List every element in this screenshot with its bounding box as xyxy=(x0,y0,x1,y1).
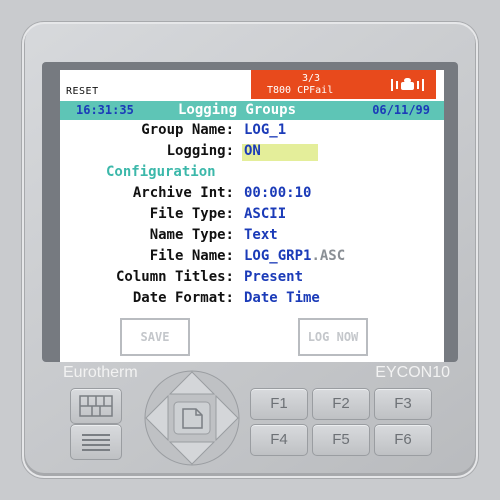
alarm-count: 3/3 xyxy=(301,73,321,84)
date-format-label: Date Format: xyxy=(132,290,234,306)
alarm-banner[interactable]: 3/3 T800 CPFail xyxy=(251,70,436,99)
logging-value[interactable]: ON xyxy=(244,143,261,159)
title-bar: 16:31:35 Logging Groups 06/11/99 xyxy=(60,101,444,120)
f2-key[interactable]: F2 xyxy=(312,388,370,420)
name-type-label: Name Type: xyxy=(149,227,234,243)
f3-key[interactable]: F3 xyxy=(374,388,432,420)
model-label: EYCON10 xyxy=(375,364,450,381)
menu-lines-icon xyxy=(82,434,110,451)
row-group-name[interactable]: Group Name: LOG_1 xyxy=(60,122,444,142)
grid-key-button[interactable] xyxy=(70,388,122,424)
f6-key[interactable]: F6 xyxy=(374,424,432,456)
archive-int-value[interactable]: 00:00:10 xyxy=(244,185,311,201)
brand-logo: Eurotherm xyxy=(63,364,138,381)
page-title: Logging Groups xyxy=(178,102,297,118)
file-type-label: File Type: xyxy=(149,206,234,222)
column-titles-label: Column Titles: xyxy=(115,269,234,285)
file-type-value[interactable]: ASCII xyxy=(244,206,286,222)
row-configuration: Configuration xyxy=(60,164,444,184)
clock-date: 06/11/99 xyxy=(372,103,430,117)
clock-time: 16:31:35 xyxy=(76,103,134,117)
alarm-message: T800 CPFail xyxy=(267,85,334,96)
f5-key[interactable]: F5 xyxy=(312,424,370,456)
archive-int-label: Archive Int: xyxy=(132,185,234,201)
configuration-heading: Configuration xyxy=(106,164,216,180)
reset-label[interactable]: RESET xyxy=(66,86,99,97)
row-logging[interactable]: Logging: ON xyxy=(60,143,444,163)
group-name-value[interactable]: LOG_1 xyxy=(244,122,286,138)
row-date-format[interactable]: Date Format: Date Time xyxy=(60,290,444,310)
row-name-type[interactable]: Name Type: Text xyxy=(60,227,444,247)
group-name-label: Group Name: xyxy=(141,122,234,138)
page-icon[interactable] xyxy=(173,401,211,435)
column-titles-value[interactable]: Present xyxy=(244,269,303,285)
save-button[interactable]: SAVE xyxy=(120,318,190,356)
file-name-value[interactable]: LOG_GRP1.ASC xyxy=(244,248,345,264)
menu-key-button[interactable] xyxy=(70,424,122,460)
status-bar: RESET 3/3 T800 CPFail xyxy=(60,70,444,100)
date-format-value[interactable]: Date Time xyxy=(244,290,320,306)
row-file-type[interactable]: File Type: ASCII xyxy=(60,206,444,226)
logging-label: Logging: xyxy=(166,143,234,159)
grid-key-icon xyxy=(79,395,113,417)
log-now-button[interactable]: LOG NOW xyxy=(298,318,368,356)
row-file-name[interactable]: File Name: LOG_GRP1.ASC xyxy=(60,248,444,268)
file-name-extension: .ASC xyxy=(311,248,346,264)
f4-key[interactable]: F4 xyxy=(250,424,308,456)
file-name-text: LOG_GRP1 xyxy=(244,248,312,264)
file-name-label: File Name: xyxy=(149,248,234,264)
direction-pad[interactable] xyxy=(142,368,242,468)
f1-key[interactable]: F1 xyxy=(250,388,308,420)
row-archive-int[interactable]: Archive Int: 00:00:10 xyxy=(60,185,444,205)
display-screen: RESET 3/3 T800 CPFail 16:31:35 Logging G… xyxy=(60,70,444,362)
alarm-bell-icon xyxy=(391,78,424,91)
name-type-value[interactable]: Text xyxy=(244,227,278,243)
row-column-titles[interactable]: Column Titles: Present xyxy=(60,269,444,289)
